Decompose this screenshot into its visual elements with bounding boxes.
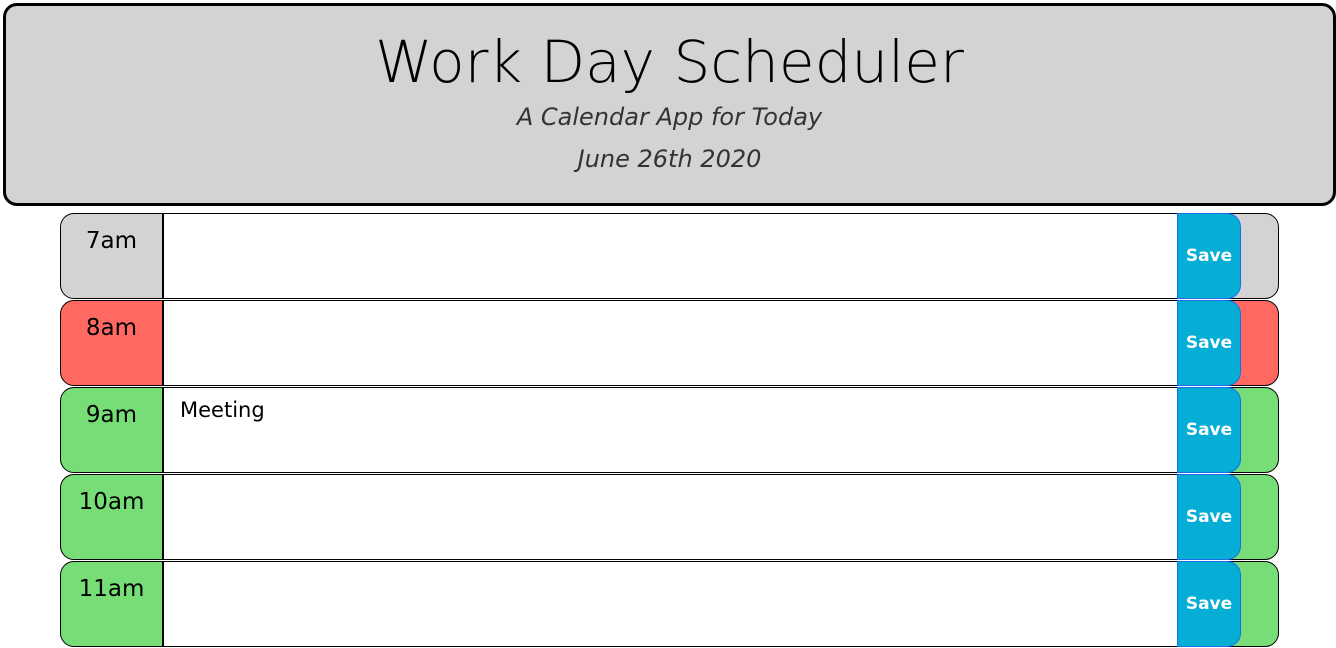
- save-button[interactable]: Save: [1177, 387, 1241, 473]
- save-button[interactable]: Save: [1177, 213, 1241, 299]
- page-subtitle: A Calendar App for Today: [516, 103, 823, 131]
- save-button[interactable]: Save: [1177, 561, 1241, 647]
- time-blocks: 7am Save 8am Save 9am Meeting Save 10am …: [60, 213, 1279, 648]
- save-button[interactable]: Save: [1177, 300, 1241, 386]
- event-textarea[interactable]: [162, 561, 1178, 647]
- event-textarea[interactable]: [162, 213, 1178, 299]
- hour-label: 10am: [78, 489, 145, 515]
- save-button[interactable]: Save: [1177, 474, 1241, 560]
- event-textarea[interactable]: Meeting: [162, 387, 1178, 473]
- hour-label: 9am: [85, 402, 138, 428]
- time-block-11am: 11am Save: [60, 561, 1279, 647]
- hour-label: 11am: [78, 576, 145, 602]
- time-block-7am: 7am Save: [60, 213, 1279, 299]
- event-textarea[interactable]: [162, 474, 1178, 560]
- time-block-8am: 8am Save: [60, 300, 1279, 386]
- time-block-10am: 10am Save: [60, 474, 1279, 560]
- page-title: Work Day Scheduler: [375, 28, 964, 96]
- time-block-9am: 9am Meeting Save: [60, 387, 1279, 473]
- header: Work Day Scheduler A Calendar App for To…: [3, 3, 1336, 206]
- current-date: June 26th 2020: [577, 145, 762, 173]
- event-textarea[interactable]: [162, 300, 1178, 386]
- hour-label: 7am: [85, 228, 138, 254]
- hour-label: 8am: [85, 315, 138, 341]
